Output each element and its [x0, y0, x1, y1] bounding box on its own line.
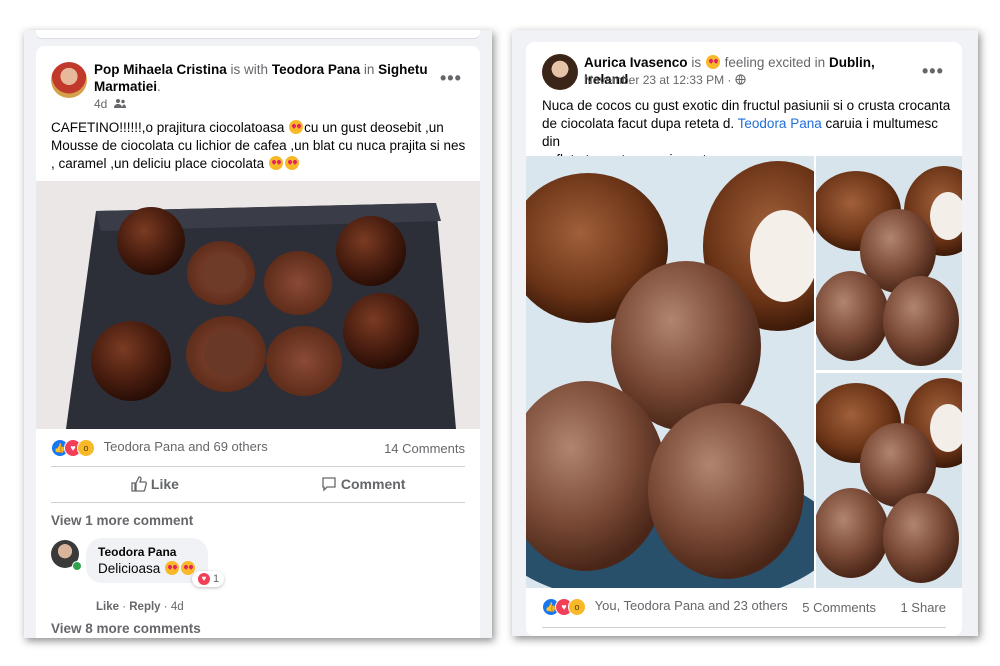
author-avatar[interactable]	[542, 54, 578, 90]
globe-icon	[735, 73, 746, 87]
comments-count[interactable]: 5 Comments	[802, 600, 876, 615]
post-card: Aurica Ivasenco is feeling excited in Du…	[526, 42, 962, 636]
post-text: CAFETINO!!!!!!,o prajitura ciocolatoasa …	[51, 119, 471, 173]
post-photo-side-2[interactable]	[816, 373, 962, 588]
comment-label: Comment	[340, 476, 406, 492]
like-button[interactable]: Like	[131, 476, 179, 492]
comment-actions: Like · Reply · 4d	[96, 601, 184, 613]
wow-reaction-icon: o	[568, 598, 586, 616]
post-text-line2: Mousse de ciocolata cu lichior de cafea …	[51, 138, 466, 153]
online-status-icon	[72, 561, 82, 571]
post-text-line1: CAFETINO!!!!!!,o prajitura ciocolatoasa	[51, 120, 285, 135]
heart-eyes-emoji-icon	[284, 156, 299, 170]
reactions-summary[interactable]: 👍 ♥ o Teodora Pana and 69 others	[51, 439, 268, 457]
heart-eyes-emoji-icon	[165, 561, 180, 575]
post-card: Pop Mihaela Cristina is with Teodora Pan…	[36, 46, 480, 638]
post-photo-side-1[interactable]	[816, 156, 962, 370]
reactions-text[interactable]: You, Teodora Pana and 23 others	[595, 598, 788, 613]
post-header: Pop Mihaela Cristina is with Teodora Pan…	[94, 62, 428, 94]
friends-icon	[113, 97, 126, 111]
comment-bubble: Teodora Pana Delicioasa	[86, 538, 209, 583]
wow-reaction-icon: o	[77, 439, 95, 457]
post-time[interactable]: 4d	[94, 97, 107, 111]
post-photo-main[interactable]	[526, 156, 814, 588]
comment-reaction-badge[interactable]: ♥ 1	[192, 571, 225, 587]
post-meta: 4d	[94, 97, 126, 111]
coconut-dessert-image-2	[816, 156, 962, 370]
comment-like-link[interactable]: Like	[96, 601, 119, 613]
tagged-person[interactable]: Teodora Pana	[272, 62, 360, 77]
comment-author[interactable]: Teodora Pana	[98, 545, 196, 559]
view-more-comments-link[interactable]: View 1 more comment	[51, 513, 193, 528]
comment-reaction-count: 1	[213, 572, 220, 585]
author-name[interactable]: Pop Mihaela Cristina	[94, 62, 227, 77]
comments-count[interactable]: 14 Comments	[384, 441, 465, 456]
emoji-icon	[289, 120, 304, 134]
more-dots-icon[interactable]: •••	[922, 61, 944, 82]
divider	[51, 502, 465, 503]
comment-text: Delicioasa	[98, 561, 196, 576]
reactions-summary[interactable]: 👍 ♥ o You, Teodora Pana and 23 others	[542, 598, 788, 616]
previous-post-edge	[36, 30, 480, 39]
view-more-comments-link-2[interactable]: View 8 more comments	[51, 621, 201, 636]
thumbs-up-icon	[131, 476, 147, 492]
excited-emoji-icon	[705, 55, 720, 69]
facebook-post-screenshot-2: Aurica Ivasenco is feeling excited in Du…	[512, 30, 978, 636]
facebook-post-screenshot-1: Pop Mihaela Cristina is with Teodora Pan…	[24, 30, 492, 638]
comment-text-value: Delicioasa	[98, 561, 161, 576]
reactions-text[interactable]: Teodora Pana and 69 others	[104, 439, 268, 454]
in-text: in	[363, 62, 375, 77]
is-text: is	[691, 55, 702, 70]
coconut-dessert-image	[526, 156, 814, 588]
comment-time[interactable]: 4d	[171, 601, 184, 613]
post-time[interactable]: November 23 at 12:33 PM	[584, 73, 724, 87]
divider	[51, 466, 465, 467]
coconut-dessert-image-3	[816, 373, 962, 588]
chocolate-desserts-image	[36, 181, 480, 429]
author-avatar[interactable]	[51, 62, 87, 98]
with-text: is with	[230, 62, 269, 77]
tagged-person-link[interactable]: Teodora Pana	[738, 116, 822, 131]
feeling-text: feeling excited in	[724, 55, 826, 70]
post-text-line1: Nuca de cocos cu gust exotic din fructul…	[542, 98, 951, 113]
like-label: Like	[150, 476, 179, 492]
post-text-line2a: de ciocolata facut dupa reteta d.	[542, 116, 735, 131]
post-text-line1b: cu un gust deosebit ,un	[304, 120, 444, 135]
more-dots-icon[interactable]: •••	[440, 68, 462, 89]
post-meta: November 23 at 12:33 PM ·	[584, 73, 746, 87]
place-name[interactable]: Sighetu	[378, 62, 428, 77]
place-name-cont[interactable]: Marmatiei	[94, 79, 157, 94]
comment-reply-link[interactable]: Reply	[129, 601, 160, 613]
post-text-line3: , caramel ,un deliciu place ciocolata	[51, 156, 265, 171]
post-photo[interactable]	[36, 181, 480, 429]
author-name[interactable]: Aurica Ivasenco	[584, 55, 688, 70]
comment-button[interactable]: Comment	[321, 476, 405, 492]
emoji-icon	[268, 156, 283, 170]
love-reaction-icon: ♥	[197, 572, 211, 586]
speech-bubble-icon	[321, 476, 337, 492]
shares-count[interactable]: 1 Share	[900, 600, 946, 615]
divider	[542, 627, 946, 628]
